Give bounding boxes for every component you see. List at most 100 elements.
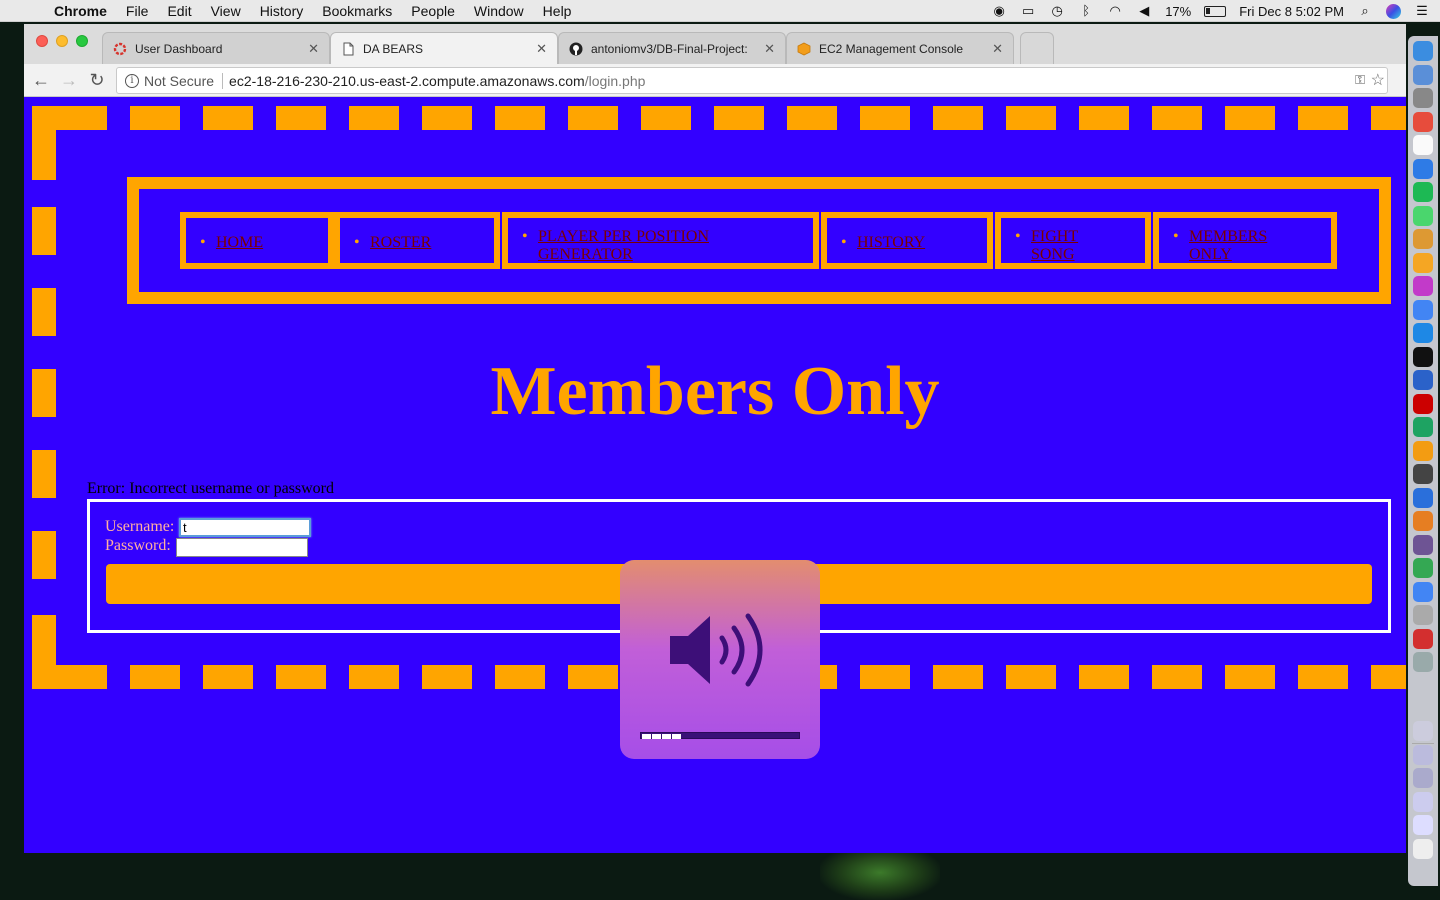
nav-item-members-only[interactable]: MEMBERS ONLY — [1153, 212, 1337, 269]
filezilla-icon[interactable] — [1413, 534, 1433, 555]
nav-item-home[interactable]: HOME — [180, 212, 334, 269]
menu-file[interactable]: File — [126, 3, 149, 19]
minimized-window-icon[interactable] — [1413, 815, 1433, 835]
nav-item-player-generator[interactable]: PLAYER PER POSITION GENERATOR — [502, 212, 819, 269]
firefox-icon[interactable] — [1413, 464, 1433, 484]
back-arrow-icon[interactable]: ← — [30, 69, 52, 91]
border-dash — [276, 665, 326, 689]
menu-window[interactable]: Window — [474, 3, 524, 19]
excel-icon[interactable] — [1413, 440, 1433, 461]
nav-link-history[interactable]: HISTORY — [841, 234, 925, 252]
trash-icon[interactable] — [1413, 838, 1433, 859]
tab-github[interactable]: antoniomv3/DB-Final-Project: ✕ — [558, 32, 786, 64]
border-dash — [568, 106, 618, 130]
forward-arrow-icon[interactable]: → — [58, 69, 80, 91]
time-machine-icon[interactable]: ◷ — [1049, 4, 1065, 18]
menu-app-name[interactable]: Chrome — [54, 3, 107, 19]
tab-ec2-console[interactable]: EC2 Management Console ✕ — [786, 32, 1014, 64]
username-input[interactable] — [179, 518, 311, 537]
nav-link-members-only[interactable]: MEMBERS ONLY — [1173, 228, 1279, 264]
nav-item-history[interactable]: HISTORY — [821, 212, 993, 269]
border-dash — [860, 106, 910, 130]
border-dash — [641, 106, 691, 130]
calendar-icon[interactable] — [1413, 111, 1433, 132]
messages-icon[interactable] — [1413, 158, 1433, 179]
menu-history[interactable]: History — [260, 3, 304, 19]
tab-user-dashboard[interactable]: User Dashboard ✕ — [102, 32, 330, 64]
sourcetree-icon[interactable] — [1413, 511, 1433, 531]
menu-view[interactable]: View — [211, 3, 241, 19]
bluetooth-icon[interactable]: ᛒ — [1078, 4, 1094, 18]
app-store-icon[interactable] — [1413, 346, 1433, 367]
nav-item-roster[interactable]: ROSTER — [334, 212, 500, 269]
wifi-icon[interactable]: ◠ — [1107, 4, 1123, 18]
border-dash — [276, 106, 326, 130]
url-host[interactable]: ec2-18-216-230-210.us-east-2.compute.ama… — [229, 73, 585, 89]
minimize-window-button[interactable] — [56, 35, 68, 47]
terminal-icon[interactable] — [1413, 370, 1433, 390]
menu-bookmarks[interactable]: Bookmarks — [322, 3, 392, 19]
siri-icon[interactable] — [1413, 64, 1433, 85]
minimized-window-icon[interactable] — [1413, 744, 1433, 765]
facetime-icon[interactable] — [1413, 205, 1433, 226]
new-tab-button[interactable] — [1020, 32, 1054, 64]
close-tab-icon[interactable]: ✕ — [536, 41, 547, 57]
minimized-window-icon[interactable] — [1413, 768, 1433, 788]
menu-people[interactable]: People — [411, 3, 455, 19]
notes-icon[interactable] — [1413, 135, 1433, 155]
menu-help[interactable]: Help — [543, 3, 572, 19]
filezilla-icon[interactable] — [1413, 628, 1433, 649]
close-tab-icon[interactable]: ✕ — [992, 41, 1003, 57]
reload-icon[interactable]: ↻ — [86, 69, 108, 91]
dock-divider — [1412, 743, 1434, 744]
nav-item-fight-song[interactable]: FIGHT SONG — [995, 212, 1151, 269]
close-tab-icon[interactable]: ✕ — [308, 41, 319, 57]
security-label[interactable]: Not Secure — [144, 73, 214, 89]
menu-edit[interactable]: Edit — [167, 3, 191, 19]
chrome-sync-icon[interactable]: ◉ — [991, 4, 1007, 18]
battery-icon[interactable] — [1204, 5, 1227, 17]
airplay-icon[interactable]: ▭ — [1020, 4, 1036, 18]
border-dash — [495, 106, 545, 130]
address-bar[interactable]: i Not Secure ec2-18-216-230-210.us-east-… — [116, 67, 1388, 94]
volume-level-meter — [640, 732, 800, 739]
notification-center-icon[interactable]: ☰ — [1414, 4, 1430, 18]
border-dash — [860, 665, 910, 689]
word-icon[interactable] — [1413, 393, 1433, 414]
nav-link-roster[interactable]: ROSTER — [354, 234, 431, 252]
minimized-window-icon[interactable] — [1413, 721, 1433, 741]
itunes-icon[interactable] — [1413, 276, 1433, 296]
fullscreen-window-button[interactable] — [76, 35, 88, 47]
key-icon[interactable]: ⚿ — [1355, 72, 1365, 88]
photo-booth-icon[interactable] — [1413, 229, 1433, 249]
powerpoint-icon[interactable] — [1413, 417, 1433, 437]
password-input[interactable] — [176, 538, 308, 557]
system-prefs-icon[interactable] — [1413, 487, 1433, 508]
minimized-window-icon[interactable] — [1413, 791, 1433, 812]
siri-icon[interactable] — [1386, 3, 1401, 19]
nav-link-player-generator[interactable]: PLAYER PER POSITION GENERATOR — [522, 228, 778, 264]
launchpad-icon[interactable] — [1413, 88, 1433, 108]
bookmark-star-icon[interactable]: ☆ — [1371, 70, 1385, 90]
preview-icon[interactable] — [1413, 652, 1433, 672]
clock[interactable]: Fri Dec 8 5:02 PM — [1239, 4, 1344, 19]
preview-icon[interactable] — [1413, 605, 1433, 625]
ibooks-icon[interactable] — [1413, 299, 1433, 320]
nav-link-fight-song[interactable]: FIGHT SONG — [1015, 228, 1101, 264]
close-tab-icon[interactable]: ✕ — [764, 41, 775, 57]
border-dash — [933, 665, 983, 689]
tab-da-bears[interactable]: DA BEARS ✕ — [330, 32, 558, 64]
url-path[interactable]: /login.php — [585, 73, 646, 89]
browser-toolbar: ← → ↻ i Not Secure ec2-18-216-230-210.us… — [24, 64, 1406, 97]
photos-icon[interactable] — [1413, 252, 1433, 273]
volume-icon[interactable]: ◀ — [1136, 4, 1152, 18]
spotlight-icon[interactable]: ⌕ — [1357, 4, 1373, 18]
chrome-icon[interactable] — [1413, 323, 1433, 343]
github-desktop-icon[interactable] — [1413, 558, 1433, 578]
info-icon[interactable]: i — [125, 73, 139, 88]
finder-icon[interactable] — [1413, 41, 1433, 61]
chrome-icon[interactable] — [1413, 581, 1433, 602]
close-window-button[interactable] — [36, 35, 48, 47]
spotify-icon[interactable] — [1413, 182, 1433, 202]
nav-link-home[interactable]: HOME — [200, 234, 263, 252]
